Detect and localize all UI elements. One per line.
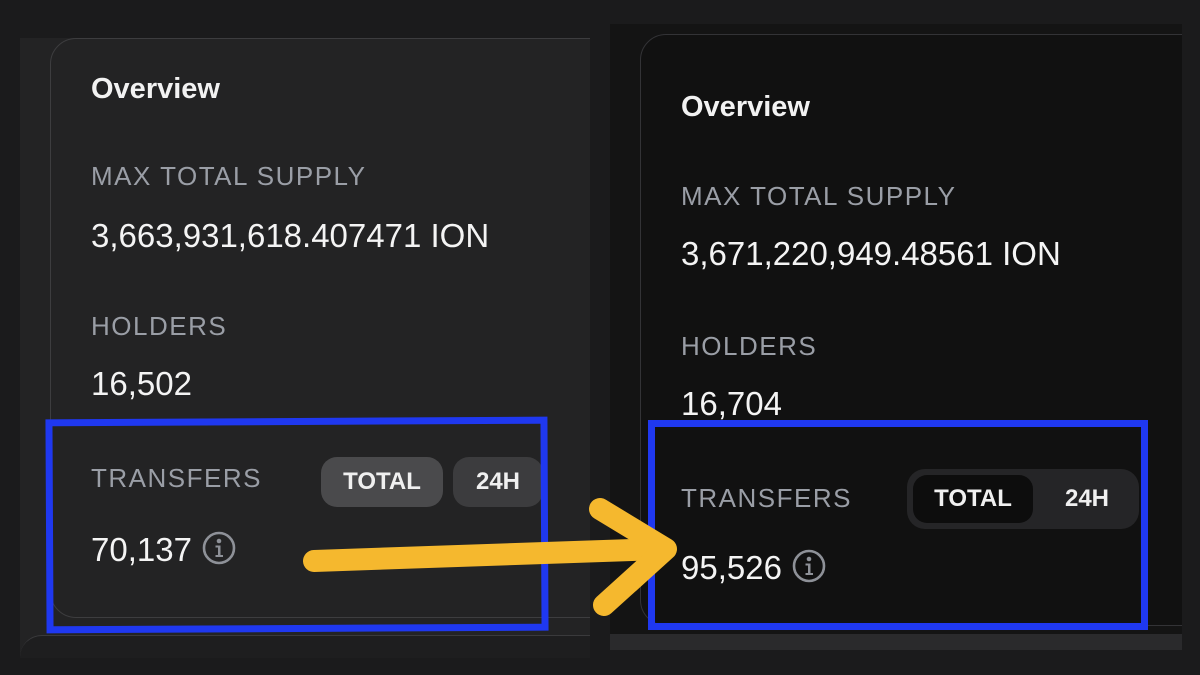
- holders-label: HOLDERS: [91, 311, 228, 341]
- arrow-icon: [303, 498, 677, 616]
- overview-title: Overview: [91, 73, 220, 105]
- highlight-box-after: [648, 420, 1148, 630]
- next-card-edge: [20, 635, 590, 658]
- max-total-supply-value: 3,663,931,618.407471 ION: [91, 217, 490, 254]
- holders-value: 16,502: [91, 365, 192, 402]
- next-card-edge: [610, 634, 1182, 650]
- max-total-supply-label: MAX TOTAL SUPPLY: [681, 181, 957, 211]
- holders-value: 16,704: [681, 385, 782, 422]
- max-total-supply-value: 3,671,220,949.48561 ION: [681, 235, 1061, 272]
- max-total-supply-label: MAX TOTAL SUPPLY: [91, 161, 367, 191]
- overview-title: Overview: [681, 91, 810, 123]
- holders-label: HOLDERS: [681, 331, 818, 361]
